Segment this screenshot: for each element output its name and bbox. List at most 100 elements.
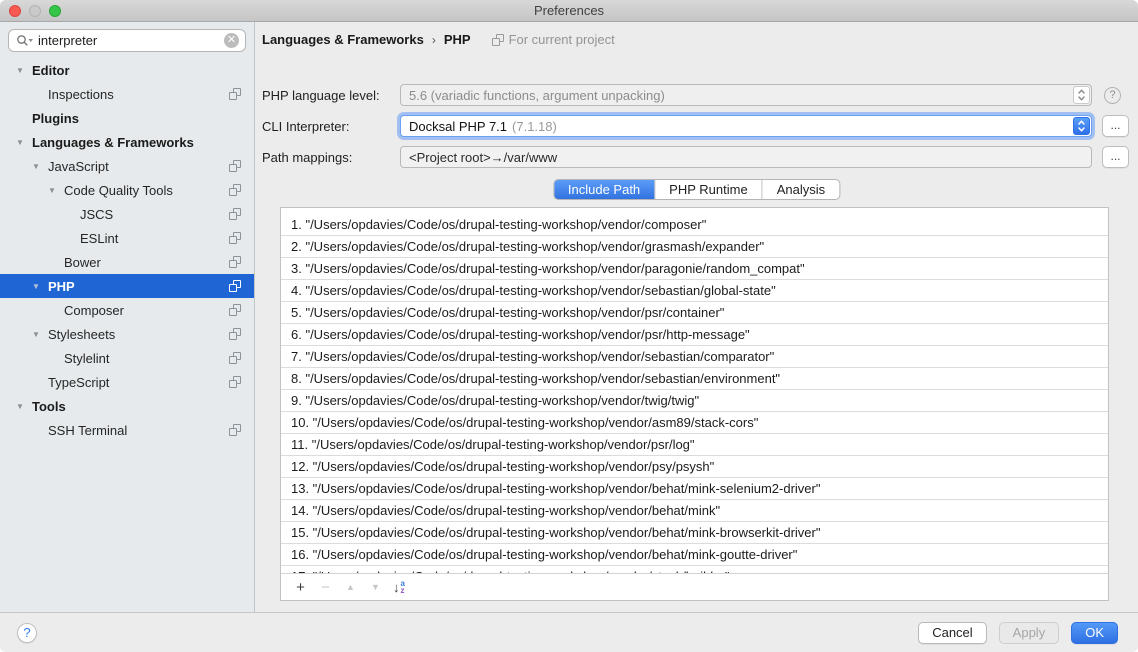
sidebar-item-typescript[interactable]: TypeScript <box>0 370 254 394</box>
interpreter-version: (7.1.18) <box>512 119 557 134</box>
tab-php-runtime[interactable]: PHP Runtime <box>654 180 762 199</box>
include-path-row[interactable]: 13. "/Users/opdavies/Code/os/drupal-test… <box>281 478 1108 500</box>
sidebar-item-label: JSCS <box>80 207 113 222</box>
project-scope-icon <box>229 424 241 436</box>
sidebar-item-code-quality-tools[interactable]: ▼Code Quality Tools <box>0 178 254 202</box>
cancel-button[interactable]: Cancel <box>918 622 986 644</box>
include-path-row[interactable]: 7. "/Users/opdavies/Code/os/drupal-testi… <box>281 346 1108 368</box>
path-mappings-field[interactable]: <Project root>→/var/www <box>400 146 1092 168</box>
include-path-row[interactable]: 14. "/Users/opdavies/Code/os/drupal-test… <box>281 500 1108 522</box>
include-path-row[interactable]: 11. "/Users/opdavies/Code/os/drupal-test… <box>281 434 1108 456</box>
sidebar-item-stylesheets[interactable]: ▼Stylesheets <box>0 322 254 346</box>
sidebar-item-composer[interactable]: Composer <box>0 298 254 322</box>
tab-include-path[interactable]: Include Path <box>554 180 654 199</box>
remove-path-icon[interactable]: − <box>314 577 337 598</box>
settings-sidebar: ✕ ▼EditorInspectionsPlugins▼Languages & … <box>0 22 255 612</box>
sidebar-item-label: Stylesheets <box>48 327 115 342</box>
include-path-row[interactable]: 9. "/Users/opdavies/Code/os/drupal-testi… <box>281 390 1108 412</box>
help-button[interactable]: ? <box>17 623 37 643</box>
project-scope-icon <box>229 352 241 364</box>
path-mappings-browse-button[interactable]: ... <box>1102 146 1129 168</box>
include-path-row[interactable]: 1. "/Users/opdavies/Code/os/drupal-testi… <box>281 214 1108 236</box>
expand-arrow-icon[interactable]: ▼ <box>14 402 32 411</box>
sidebar-item-bower[interactable]: Bower <box>0 250 254 274</box>
language-level-select[interactable]: 5.6 (variadic functions, argument unpack… <box>400 84 1092 106</box>
interpreter-label: CLI Interpreter: <box>262 119 400 134</box>
sidebar-item-eslint[interactable]: ESLint <box>0 226 254 250</box>
sidebar-item-label: ESLint <box>80 231 118 246</box>
clear-search-icon[interactable]: ✕ <box>224 33 239 48</box>
sidebar-item-label: PHP <box>48 279 75 294</box>
expand-arrow-icon[interactable]: ▼ <box>14 138 32 147</box>
expand-arrow-icon[interactable]: ▼ <box>46 186 64 195</box>
language-level-stepper-icon[interactable] <box>1073 86 1090 104</box>
interpreter-stepper-icon[interactable] <box>1073 117 1090 135</box>
help-icon[interactable]: ? <box>1104 87 1121 104</box>
path-mappings-row: Path mappings: <Project root>→/var/www .… <box>262 146 1129 168</box>
expand-arrow-icon[interactable]: ▼ <box>30 282 48 291</box>
sidebar-item-label: TypeScript <box>48 375 109 390</box>
settings-main-panel: Languages & Frameworks › PHP For current… <box>255 22 1138 612</box>
window-controls <box>9 5 61 17</box>
sidebar-item-label: Code Quality Tools <box>64 183 173 198</box>
sort-alphabetically-icon[interactable]: ↓ az <box>393 580 405 595</box>
include-path-row[interactable]: 10. "/Users/opdavies/Code/os/drupal-test… <box>281 412 1108 434</box>
sidebar-item-languages-frameworks[interactable]: ▼Languages & Frameworks <box>0 130 254 154</box>
sidebar-item-plugins[interactable]: Plugins <box>0 106 254 130</box>
sidebar-item-php[interactable]: ▼PHP <box>0 274 254 298</box>
include-path-row[interactable]: 3. "/Users/opdavies/Code/os/drupal-testi… <box>281 258 1108 280</box>
move-up-icon[interactable]: ▲ <box>339 577 362 598</box>
sidebar-item-javascript[interactable]: ▼JavaScript <box>0 154 254 178</box>
project-scope-icon <box>229 184 241 196</box>
project-scope-icon <box>229 280 241 292</box>
sidebar-item-ssh-terminal[interactable]: SSH Terminal <box>0 418 254 442</box>
search-input[interactable] <box>38 33 224 48</box>
scope-note: For current project <box>487 32 615 47</box>
language-level-row: PHP language level: 5.6 (variadic functi… <box>262 84 1121 106</box>
interpreter-select[interactable]: Docksal PHP 7.1 (7.1.18) <box>400 115 1092 137</box>
project-scope-icon <box>229 304 241 316</box>
include-path-row[interactable]: 12. "/Users/opdavies/Code/os/drupal-test… <box>281 456 1108 478</box>
expand-arrow-icon[interactable]: ▼ <box>30 162 48 171</box>
include-path-row[interactable]: 2. "/Users/opdavies/Code/os/drupal-testi… <box>281 236 1108 258</box>
sidebar-item-label: Editor <box>32 63 70 78</box>
sidebar-item-editor[interactable]: ▼Editor <box>0 58 254 82</box>
path-mappings-value: <Project root>→/var/www <box>409 150 557 165</box>
interpreter-row: CLI Interpreter: Docksal PHP 7.1 (7.1.18… <box>262 115 1129 137</box>
move-down-icon[interactable]: ▼ <box>364 577 387 598</box>
breadcrumb-separator: › <box>432 33 436 47</box>
include-path-row[interactable]: 6. "/Users/opdavies/Code/os/drupal-testi… <box>281 324 1108 346</box>
include-path-row[interactable]: 8. "/Users/opdavies/Code/os/drupal-testi… <box>281 368 1108 390</box>
path-mappings-label: Path mappings: <box>262 150 400 165</box>
dialog-footer: ? Cancel Apply OK <box>0 612 1138 652</box>
include-path-row[interactable]: 4. "/Users/opdavies/Code/os/drupal-testi… <box>281 280 1108 302</box>
minimize-window-button[interactable] <box>29 5 41 17</box>
zoom-window-button[interactable] <box>49 5 61 17</box>
add-path-icon[interactable]: + <box>289 577 312 598</box>
expand-arrow-icon[interactable]: ▼ <box>14 66 32 75</box>
close-window-button[interactable] <box>9 5 21 17</box>
include-path-row[interactable]: 15. "/Users/opdavies/Code/os/drupal-test… <box>281 522 1108 544</box>
sidebar-item-jscs[interactable]: JSCS <box>0 202 254 226</box>
apply-button[interactable]: Apply <box>999 622 1060 644</box>
project-scope-icon <box>229 160 241 172</box>
breadcrumb: Languages & Frameworks › PHP For current… <box>262 32 615 47</box>
project-scope-icon <box>229 208 241 220</box>
include-path-row[interactable]: 5. "/Users/opdavies/Code/os/drupal-testi… <box>281 302 1108 324</box>
search-field[interactable]: ✕ <box>8 29 246 52</box>
interpreter-value: Docksal PHP 7.1 <box>409 119 507 134</box>
ok-button[interactable]: OK <box>1071 622 1118 644</box>
sidebar-item-inspections[interactable]: Inspections <box>0 82 254 106</box>
project-scope-icon <box>492 34 504 46</box>
include-path-tabs: Include PathPHP RuntimeAnalysis <box>553 179 840 200</box>
preferences-window: Preferences ✕ ▼EditorInspectionsPlugins▼… <box>0 0 1138 652</box>
interpreter-browse-button[interactable]: ... <box>1102 115 1129 137</box>
tab-analysis[interactable]: Analysis <box>762 180 839 199</box>
sidebar-item-label: JavaScript <box>48 159 109 174</box>
sidebar-item-tools[interactable]: ▼Tools <box>0 394 254 418</box>
sidebar-item-stylelint[interactable]: Stylelint <box>0 346 254 370</box>
expand-arrow-icon[interactable]: ▼ <box>30 330 48 339</box>
include-path-row[interactable]: 17. "/Users/opdavies/Code/os/drupal-test… <box>281 566 1108 573</box>
include-path-row[interactable]: 16. "/Users/opdavies/Code/os/drupal-test… <box>281 544 1108 566</box>
breadcrumb-languages-frameworks[interactable]: Languages & Frameworks <box>262 32 424 47</box>
